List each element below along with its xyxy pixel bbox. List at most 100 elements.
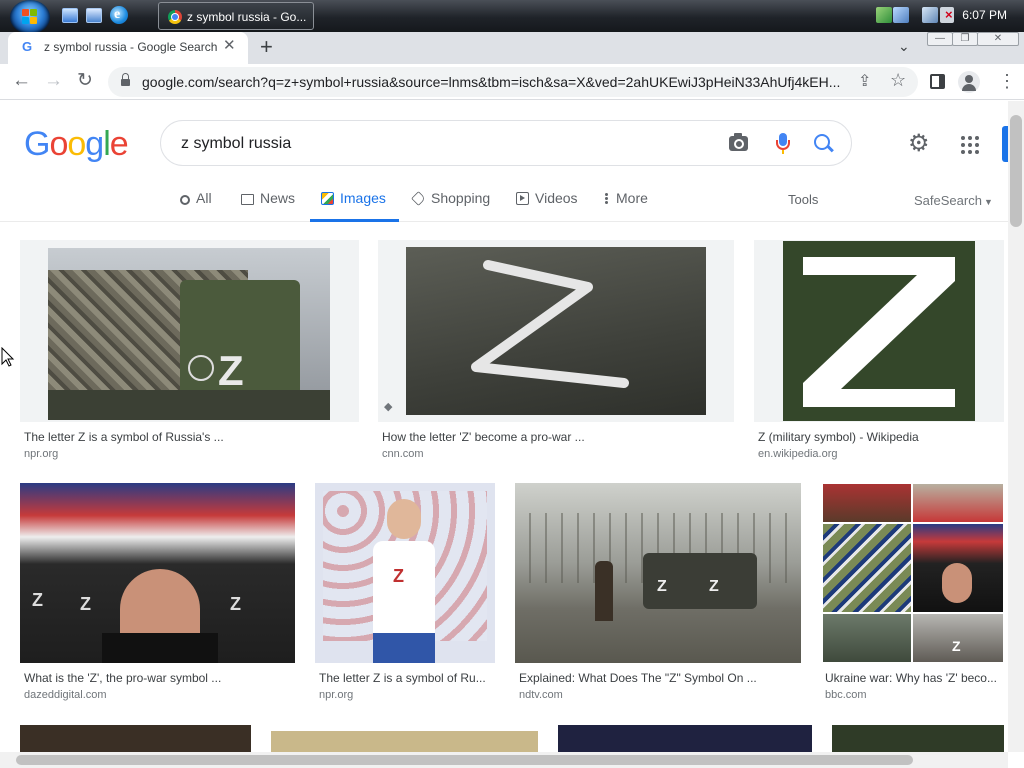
- tab-close-icon[interactable]: ✕: [223, 38, 236, 54]
- tab-shopping[interactable]: Shopping: [411, 190, 491, 222]
- bookmark-star-icon[interactable]: ☆: [890, 70, 906, 91]
- taskbar-chrome-window[interactable]: z symbol russia - Go...: [158, 2, 314, 30]
- result-site[interactable]: en.wikipedia.org: [758, 448, 838, 460]
- image-result[interactable]: [20, 725, 251, 752]
- tab-search-chevron-icon[interactable]: ⌄: [898, 38, 910, 55]
- back-arrow-icon[interactable]: ←: [12, 70, 31, 92]
- tab-title: z symbol russia - Google Search: [44, 40, 218, 54]
- start-button[interactable]: [10, 0, 50, 34]
- search-icon[interactable]: [814, 134, 834, 154]
- result-site[interactable]: npr.org: [24, 448, 58, 460]
- browser-toolbar: ← → ↻ google.com/search?q=z+symbol+russi…: [0, 64, 1024, 100]
- browser-tab-strip: G z symbol russia - Google Search ✕ + ⌄ …: [0, 32, 1024, 64]
- result-site[interactable]: npr.org: [319, 689, 353, 701]
- result-title[interactable]: Z (military symbol) - Wikipedia: [758, 430, 998, 444]
- google-logo[interactable]: Google: [24, 125, 129, 164]
- internet-explorer-icon[interactable]: e: [110, 6, 128, 24]
- settings-gear-icon[interactable]: ⚙: [908, 132, 930, 156]
- share-icon[interactable]: ⇪: [858, 71, 871, 91]
- search-icon: [180, 195, 190, 205]
- result-site[interactable]: cnn.com: [382, 448, 424, 460]
- windows-taskbar: e z symbol russia - Go... × 6:07 PM: [0, 0, 1024, 34]
- image-result[interactable]: Z Z Explained: What Does The "Z" Symbol …: [515, 483, 801, 708]
- image-result[interactable]: Z Z Z What is the 'Z', the pro-war symbo…: [20, 483, 295, 708]
- result-thumbnail[interactable]: ◆: [378, 240, 734, 422]
- taskbar-clock[interactable]: 6:07 PM: [962, 8, 1007, 22]
- images-icon: [321, 192, 334, 205]
- browser-tab-active[interactable]: G z symbol russia - Google Search ✕: [8, 32, 248, 64]
- result-title[interactable]: What is the 'Z', the pro-war symbol ...: [24, 671, 284, 685]
- image-result[interactable]: ◆ How the letter 'Z' become a pro-war ..…: [378, 240, 734, 465]
- microphone-icon[interactable]: [776, 133, 790, 155]
- result-thumbnail[interactable]: Z Z Z: [20, 483, 295, 663]
- tab-more[interactable]: More: [604, 190, 648, 222]
- image-result[interactable]: Z (military symbol) - Wikipedia en.wikip…: [754, 240, 1004, 465]
- result-thumbnail[interactable]: Z: [822, 483, 1004, 663]
- tab-videos[interactable]: Videos: [516, 190, 578, 222]
- result-thumbnail[interactable]: Z: [315, 483, 495, 663]
- result-title[interactable]: How the letter 'Z' become a pro-war ...: [382, 430, 712, 444]
- product-tag-icon: ◆: [384, 401, 393, 413]
- image-result[interactable]: Z Ukraine war: Why has 'Z' beco... bbc.c…: [822, 483, 1004, 708]
- new-tab-button[interactable]: +: [260, 35, 273, 59]
- result-thumbnail[interactable]: Z: [20, 240, 359, 422]
- result-title[interactable]: Explained: What Does The "Z" Symbol On .…: [519, 671, 797, 685]
- result-site[interactable]: dazeddigital.com: [24, 689, 107, 701]
- forward-arrow-icon[interactable]: →: [44, 70, 63, 92]
- tab-more-label: More: [616, 190, 648, 206]
- camera-icon[interactable]: [729, 133, 748, 151]
- image-result[interactable]: [832, 725, 1004, 752]
- safesearch-button[interactable]: SafeSearch ▼: [914, 193, 993, 208]
- display-icon[interactable]: [922, 7, 938, 23]
- video-play-icon: [516, 192, 529, 205]
- url-text[interactable]: google.com/search?q=z+symbol+russia&sour…: [142, 74, 842, 90]
- image-result[interactable]: Z The letter Z is a symbol of Russia's .…: [20, 240, 359, 465]
- google-logo-letter: g: [85, 125, 104, 163]
- tab-images[interactable]: Images: [310, 190, 399, 222]
- chrome-menu-icon[interactable]: ⋮: [998, 72, 1016, 90]
- result-thumbnail[interactable]: [754, 240, 1004, 422]
- result-thumbnail[interactable]: Z Z: [515, 483, 801, 663]
- windows-logo-icon: [22, 9, 38, 25]
- vertical-scrollbar[interactable]: [1008, 101, 1024, 752]
- shopping-tag-icon: [411, 191, 426, 206]
- volume-muted-icon[interactable]: ×: [940, 7, 954, 23]
- google-logo-letter: o: [49, 125, 68, 163]
- tab-news[interactable]: News: [241, 190, 295, 222]
- network-icon[interactable]: [876, 7, 892, 23]
- tab-all[interactable]: All: [180, 190, 212, 222]
- taskbar-window-title: z symbol russia - Go...: [187, 10, 307, 24]
- more-dots-icon: [604, 192, 608, 205]
- minimize-button[interactable]: —: [927, 32, 953, 46]
- chrome-icon: [168, 10, 182, 24]
- result-site[interactable]: bbc.com: [825, 689, 867, 701]
- image-result[interactable]: [271, 731, 538, 752]
- network-icon[interactable]: [893, 7, 909, 23]
- desktop-icon[interactable]: [62, 8, 78, 23]
- result-title[interactable]: Ukraine war: Why has 'Z' beco...: [825, 671, 1003, 685]
- tools-button[interactable]: Tools: [788, 192, 818, 207]
- address-bar[interactable]: google.com/search?q=z+symbol+russia&sour…: [108, 67, 918, 97]
- search-input[interactable]: z symbol russia: [181, 135, 291, 153]
- profile-avatar-icon[interactable]: [958, 71, 980, 93]
- search-box[interactable]: z symbol russia: [160, 120, 852, 166]
- google-apps-icon[interactable]: [961, 136, 979, 154]
- mouse-cursor-icon: [1, 347, 15, 367]
- result-site[interactable]: ndtv.com: [519, 689, 563, 701]
- restore-button[interactable]: ❐: [952, 32, 978, 46]
- tab-shopping-label: Shopping: [431, 190, 491, 206]
- lock-icon[interactable]: [121, 73, 130, 87]
- side-panel-icon[interactable]: [930, 74, 945, 89]
- result-title[interactable]: The letter Z is a symbol of Ru...: [319, 671, 491, 685]
- image-result[interactable]: [558, 725, 812, 752]
- vertical-scroll-thumb[interactable]: [1010, 115, 1022, 227]
- close-window-button[interactable]: ✕: [977, 32, 1019, 46]
- reload-icon[interactable]: ↻: [77, 70, 93, 92]
- image-result[interactable]: Z The letter Z is a symbol of Ru... npr.…: [315, 483, 495, 708]
- caret-down-icon: ▼: [983, 197, 993, 207]
- horizontal-scroll-thumb[interactable]: [16, 755, 913, 765]
- explorer-icon[interactable]: [86, 8, 102, 23]
- result-title[interactable]: The letter Z is a symbol of Russia's ...: [24, 430, 344, 444]
- tab-news-label: News: [260, 190, 296, 206]
- horizontal-scrollbar[interactable]: [0, 752, 1008, 768]
